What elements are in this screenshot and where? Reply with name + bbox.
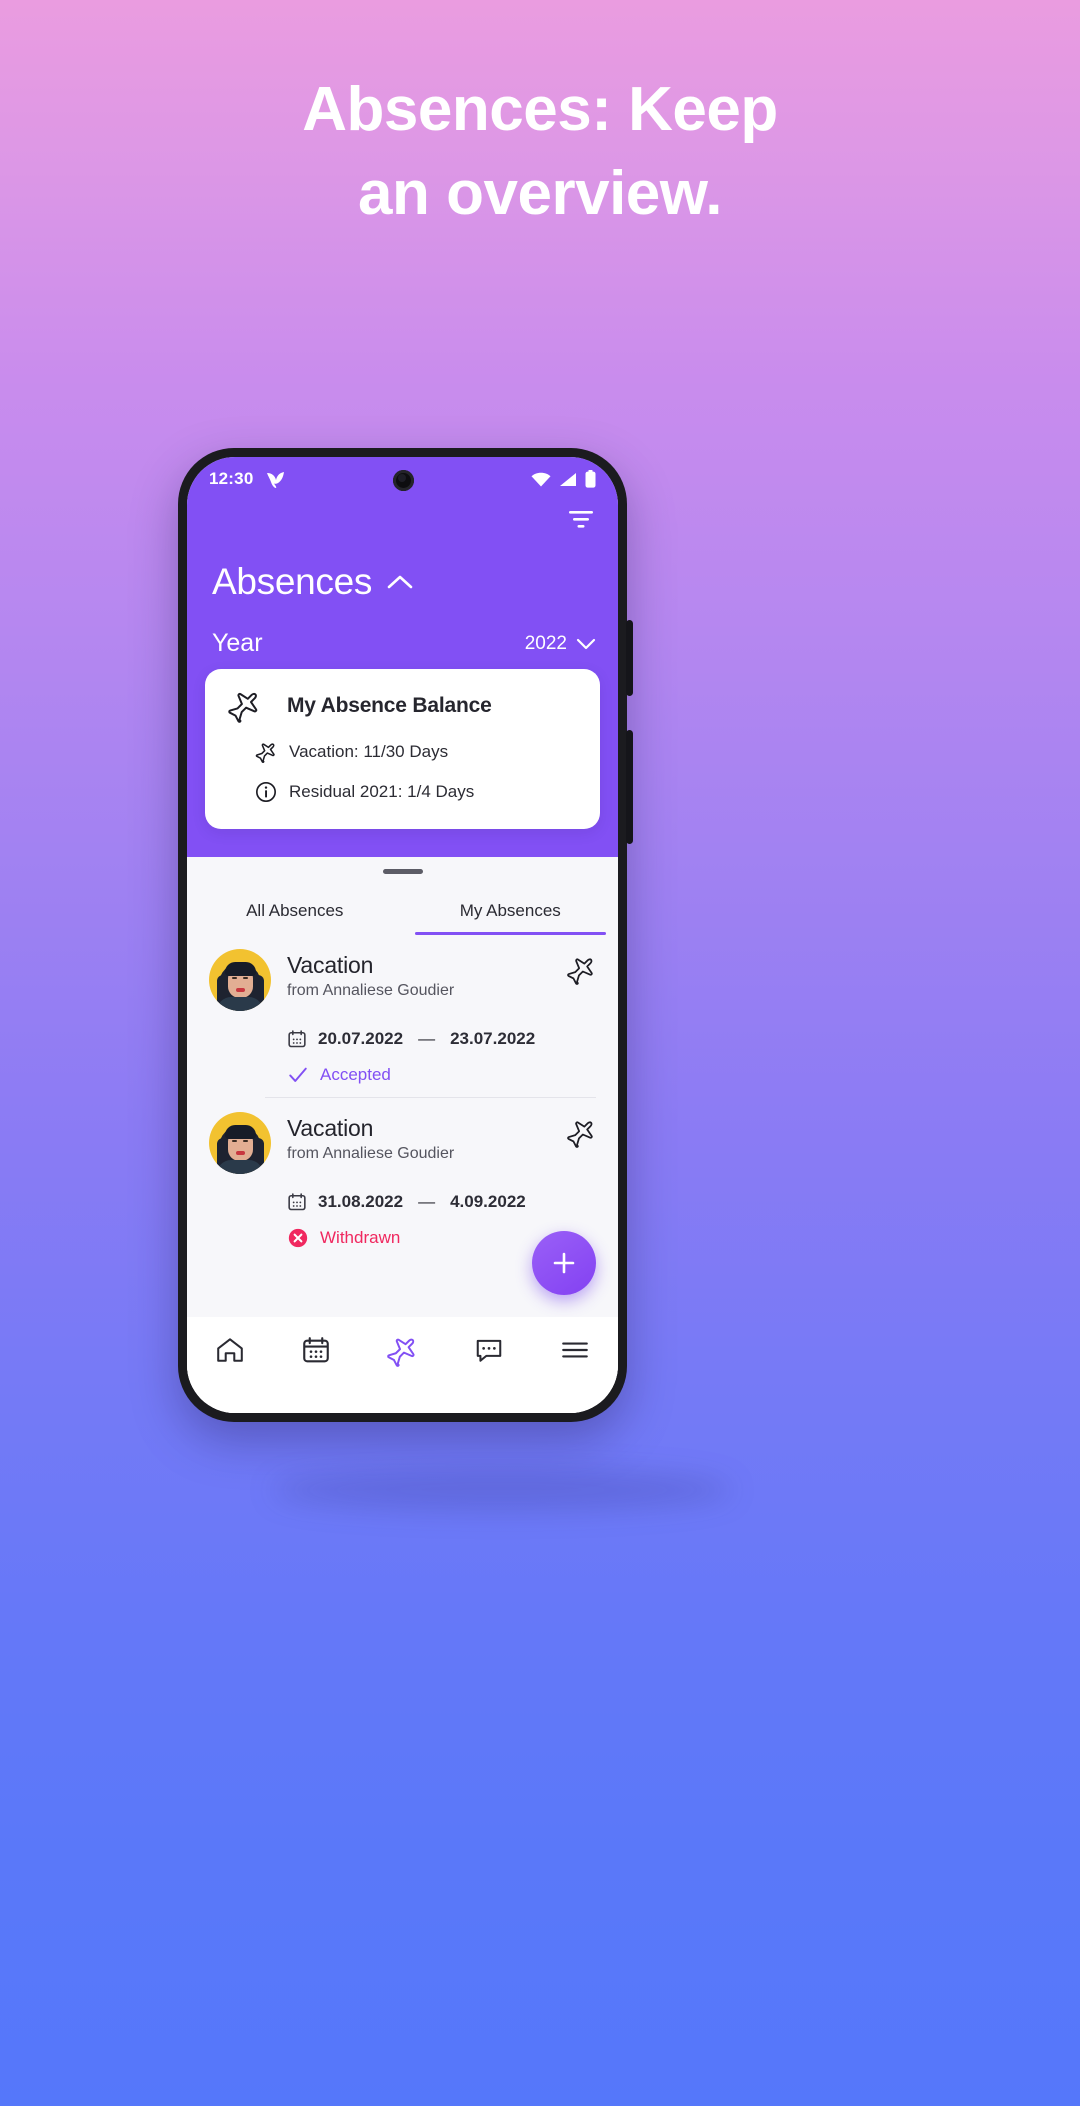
chevron-down-icon[interactable]: [576, 637, 596, 650]
status-bar-time: 12:30: [209, 469, 254, 488]
status-badge: Accepted: [209, 1064, 596, 1086]
absence-date-separator: —: [418, 1192, 436, 1211]
absence-list: Vacation from Annaliese Goudier 20.07.20…: [187, 935, 618, 1261]
status-badge-label: Accepted: [320, 1065, 391, 1084]
calendar-icon: [301, 1335, 331, 1365]
calendar-icon: [287, 1029, 307, 1049]
absence-date-from: 31.08.2022: [318, 1192, 404, 1211]
nav-item-home[interactable]: [202, 1335, 258, 1365]
absence-row-texts: Vacation from Annaliese Goudier: [287, 1112, 454, 1163]
tab-my-absences[interactable]: My Absences: [403, 887, 619, 935]
absence-date-range: 31.08.2022 — 4.09.2022: [209, 1192, 596, 1212]
app-header: 12:30 Absences Year 2022 My Absence Bala…: [187, 457, 618, 857]
info-icon[interactable]: [255, 781, 277, 803]
phone-frame: 12:30 Absences Year 2022 My Absence Bala…: [178, 448, 633, 1422]
nav-item-chat[interactable]: [461, 1335, 517, 1365]
battery-icon: [585, 470, 596, 488]
absence-subtitle: from Annaliese Goudier: [287, 982, 455, 999]
tab-all-absences-label: All Absences: [246, 901, 344, 920]
balance-card-title: My Absence Balance: [287, 694, 492, 717]
page-title: Absences: [212, 561, 373, 602]
absence-row-texts: Vacation from Annaliese Goudier: [287, 949, 454, 1000]
absence-row-header: Vacation from Annaliese Goudier: [209, 949, 596, 1011]
status-bar-icons: [531, 470, 596, 488]
calendar-icon: [287, 1192, 307, 1212]
avatar: [209, 1112, 271, 1174]
absence-tabs: All Absences My Absences: [187, 887, 618, 935]
menu-icon: [560, 1335, 590, 1365]
balance-card-header: My Absence Balance: [227, 689, 578, 723]
promo-headline: Absences: Keep an overview.: [0, 68, 1080, 236]
bottom-navigation: [187, 1317, 618, 1413]
nav-item-menu[interactable]: [547, 1335, 603, 1365]
absence-date-to: 4.09.2022: [450, 1192, 526, 1211]
balance-line-residual-text: Residual 2021: 1/4 Days: [289, 782, 475, 801]
status-badge-label: Withdrawn: [320, 1228, 401, 1247]
promo-headline-line1: Absences: Keep: [302, 75, 778, 144]
airplane-icon: [566, 949, 596, 985]
year-selector-row[interactable]: Year 2022: [212, 629, 596, 658]
avatar: [209, 949, 271, 1011]
absence-date-range: 20.07.2022 — 23.07.2022: [209, 1029, 596, 1049]
year-value-group[interactable]: 2022: [525, 633, 596, 655]
absence-title: Vacation: [287, 1115, 374, 1141]
bird-logo-icon: [265, 469, 287, 489]
sheet-drag-handle[interactable]: [382, 869, 423, 874]
check-icon: [287, 1064, 309, 1086]
chevron-up-icon[interactable]: [386, 573, 414, 591]
phone-screen: 12:30 Absences Year 2022 My Absence Bala…: [187, 457, 618, 1413]
airplane-icon: [386, 1335, 418, 1367]
filter-icon[interactable]: [566, 507, 596, 533]
phone-shadow: [272, 1470, 732, 1510]
add-absence-button[interactable]: [532, 1231, 596, 1295]
airplane-icon: [566, 1112, 596, 1148]
wifi-icon: [531, 472, 551, 487]
airplane-icon: [227, 689, 261, 723]
nav-item-absences[interactable]: [374, 1335, 430, 1367]
absence-title: Vacation: [287, 952, 374, 978]
absences-sheet: All Absences My Absences Vacation from A…: [187, 857, 618, 1413]
home-icon: [215, 1335, 245, 1365]
tab-my-absences-label: My Absences: [459, 901, 561, 920]
absence-date-from: 20.07.2022: [318, 1029, 404, 1048]
absence-date-to: 23.07.2022: [450, 1029, 536, 1048]
airplane-icon: [255, 741, 277, 763]
page-title-row[interactable]: Absences: [212, 561, 414, 603]
promo-headline-line2: an overview.: [358, 159, 722, 228]
signal-icon: [559, 472, 577, 487]
tab-all-absences[interactable]: All Absences: [187, 887, 403, 935]
chat-icon: [474, 1335, 504, 1365]
table-row[interactable]: Vacation from Annaliese Goudier: [187, 935, 618, 1098]
balance-line-residual: Residual 2021: 1/4 Days: [227, 781, 578, 803]
balance-line-vacation: Vacation: 11/30 Days: [227, 741, 578, 763]
plus-icon: [549, 1248, 579, 1278]
nav-item-calendar[interactable]: [288, 1335, 344, 1365]
camera-punch-hole: [393, 470, 414, 491]
absence-balance-card[interactable]: My Absence Balance Vacation: 11/30 Days: [205, 669, 600, 829]
absence-date-separator: —: [418, 1029, 436, 1048]
x-circle-icon: [287, 1227, 309, 1249]
year-label: Year: [212, 629, 263, 657]
year-value: 2022: [524, 632, 567, 654]
absence-subtitle: from Annaliese Goudier: [287, 1145, 455, 1162]
absence-row-header: Vacation from Annaliese Goudier: [209, 1112, 596, 1174]
balance-line-vacation-text: Vacation: 11/30 Days: [289, 742, 449, 761]
